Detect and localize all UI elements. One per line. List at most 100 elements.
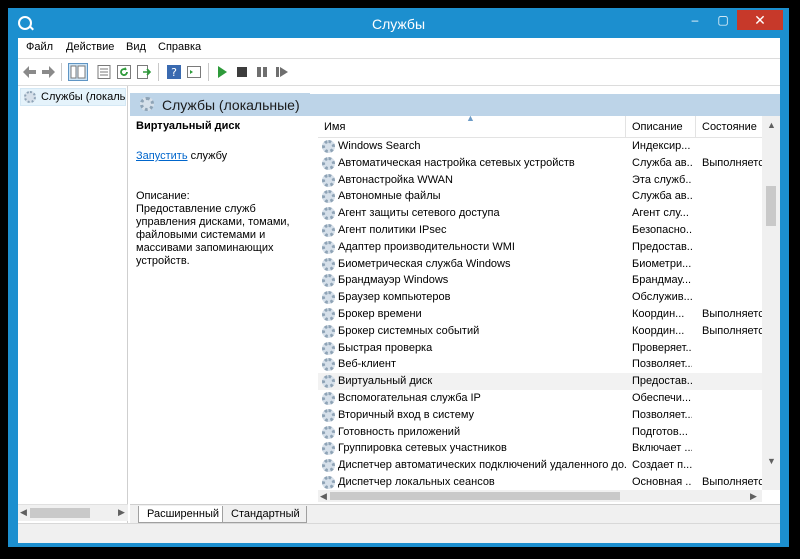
menu-help[interactable]: Справка (158, 41, 201, 53)
service-gear-icon (322, 173, 335, 187)
service-gear-icon (322, 324, 335, 338)
service-gear-icon (322, 308, 335, 321)
tab-standard[interactable]: Стандартный (222, 506, 307, 523)
menu-action[interactable]: Действие (66, 41, 114, 53)
list-view-icon[interactable] (96, 64, 112, 80)
service-name: Брандмауэр Windows (338, 274, 449, 287)
services-window: Службы – ▢ ✕ Файл Действие Вид Справка ?… (8, 8, 789, 547)
scroll-up-icon[interactable]: ▲ (767, 120, 776, 130)
vertical-scroll-thumb[interactable] (766, 186, 776, 226)
tree-scroll-thumb[interactable] (30, 508, 90, 518)
service-gear-icon (322, 274, 335, 288)
service-name: Веб-клиент (338, 358, 397, 371)
column-header-state[interactable]: Состояние (696, 116, 762, 138)
service-row[interactable]: Вторичный вход в систему Позволяет... (318, 407, 762, 424)
services-pane: Службы (локальные) Виртуальный диск Запу… (130, 86, 780, 523)
export-list-icon[interactable] (136, 64, 152, 80)
scroll-left-icon[interactable]: ◀ (320, 491, 327, 502)
service-gear-icon (322, 190, 335, 204)
description-text: Предоставление служб управления дисками,… (136, 203, 290, 267)
vertical-scrollbar[interactable]: ▲ ▼ (762, 116, 780, 490)
service-row[interactable]: Адаптер производительности WMI Предостав.… (318, 239, 762, 256)
service-row[interactable]: Биометрическая служба Windows Биометри... (318, 256, 762, 273)
scroll-right-icon[interactable]: ▶ (750, 491, 757, 502)
service-description: Подготов... (632, 425, 688, 438)
service-name: Автоматическая настройка сетевых устройс… (338, 156, 575, 169)
service-name: Группировка сетевых участников (338, 442, 507, 455)
service-name: Биометрическая служба Windows (338, 257, 511, 270)
service-row[interactable]: Автономные файлы Служба ав... (318, 188, 762, 205)
service-name: Агент защиты сетевого доступа (338, 207, 500, 220)
back-arrow-icon[interactable] (22, 64, 38, 80)
service-row[interactable]: Брокер системных событий Координ... Выполн… (318, 323, 762, 340)
start-service-suffix: службу (187, 150, 228, 162)
service-row[interactable]: Диспетчер автоматических подключений уда… (318, 457, 762, 474)
properties-icon[interactable] (186, 64, 202, 80)
menu-file[interactable]: Файл (26, 41, 53, 53)
service-gear-icon (322, 375, 335, 389)
service-row[interactable]: Виртуальный диск Предостав... (318, 373, 762, 391)
service-description: Координ... (632, 308, 685, 320)
service-row[interactable]: Автоматическая настройка сетевых устройс… (318, 155, 762, 172)
service-name: Диспетчер локальных сеансов (338, 476, 495, 488)
scroll-down-icon[interactable]: ▼ (767, 456, 776, 466)
service-row[interactable]: Быстрая проверка Проверяет... (318, 340, 762, 357)
tree-item-local-services[interactable]: Службы (локальные) (20, 88, 126, 106)
service-row[interactable]: Автонастройка WWAN Эта служб... (318, 172, 762, 189)
service-description: Служба ав... (632, 190, 692, 203)
horizontal-scrollbar[interactable]: ◀ ▶ (318, 490, 762, 502)
service-gear-icon (322, 207, 335, 221)
tab-extended[interactable]: Расширенный (138, 506, 226, 523)
service-name: Вспомогательная служба IP (338, 392, 481, 404)
service-description: Создает п... (632, 459, 692, 472)
minimize-button[interactable]: – (681, 10, 709, 30)
service-row[interactable]: Веб-клиент Позволяет... (318, 356, 762, 373)
service-row[interactable]: Готовность приложений Подготов... (318, 424, 762, 441)
menu-bar: Файл Действие Вид Справка (18, 38, 780, 58)
service-gear-icon (322, 291, 335, 305)
service-row[interactable]: Диспетчер локальных сеансов Основная ... В… (318, 474, 762, 490)
service-gear-icon (322, 224, 335, 237)
services-rows: Windows Search Индексир... Автоматическая … (318, 138, 762, 490)
service-gear-icon (322, 240, 335, 254)
service-description: Обеспечи... (632, 392, 692, 404)
service-row[interactable]: Вспомогательная служба IP Обеспечи... (318, 390, 762, 407)
start-service-icon[interactable] (214, 64, 230, 80)
restart-service-icon[interactable] (274, 64, 290, 80)
service-row[interactable]: Брандмауэр Windows Брандмау... (318, 272, 762, 289)
service-row[interactable]: Брокер времени Координ... Выполняется (318, 306, 762, 323)
help-icon[interactable]: ? (166, 64, 182, 80)
service-description: Предостав... (632, 375, 692, 388)
pause-service-icon[interactable] (254, 64, 270, 80)
menu-view[interactable]: Вид (126, 41, 146, 53)
service-row[interactable]: Браузер компьютеров Обслужив... (318, 289, 762, 306)
column-header-description[interactable]: Описание (626, 116, 696, 138)
scroll-right-icon[interactable]: ▶ (118, 507, 125, 518)
stop-service-icon[interactable] (234, 64, 250, 80)
column-header-name[interactable]: Имя ▲ (318, 113, 626, 138)
service-name: Быстрая проверка (338, 341, 433, 354)
service-name: Автономные файлы (338, 190, 441, 203)
services-gear-icon (24, 91, 36, 103)
service-row[interactable]: Агент политики IPsec Безопасно... (318, 222, 762, 239)
service-gear-icon (322, 459, 335, 473)
close-button[interactable]: ✕ (737, 10, 783, 30)
service-name: Адаптер производительности WMI (338, 240, 515, 253)
tree-horizontal-scrollbar[interactable]: ◀ ▶ (18, 504, 128, 521)
sort-ascending-icon: ▲ (466, 113, 475, 123)
service-row[interactable]: Windows Search Индексир... (318, 138, 762, 155)
pane-header: Службы (локальные) (130, 93, 780, 116)
description-panel: Виртуальный диск Запустить службу Описан… (130, 116, 308, 496)
refresh-icon[interactable] (116, 64, 132, 80)
scroll-left-icon[interactable]: ◀ (20, 507, 27, 518)
maximize-button[interactable]: ▢ (709, 10, 737, 30)
forward-arrow-icon[interactable] (40, 64, 56, 80)
service-name: Диспетчер автоматических подключений уда… (338, 459, 628, 472)
service-name: Агент политики IPsec (338, 224, 447, 236)
service-row[interactable]: Группировка сетевых участников Включает .… (318, 440, 762, 457)
start-service-link[interactable]: Запустить (136, 150, 188, 162)
console-tree-icon[interactable] (68, 63, 88, 81)
service-name: Автонастройка WWAN (338, 173, 453, 186)
horizontal-scroll-thumb[interactable] (330, 492, 620, 500)
service-row[interactable]: Агент защиты сетевого доступа Агент слу..… (318, 205, 762, 222)
